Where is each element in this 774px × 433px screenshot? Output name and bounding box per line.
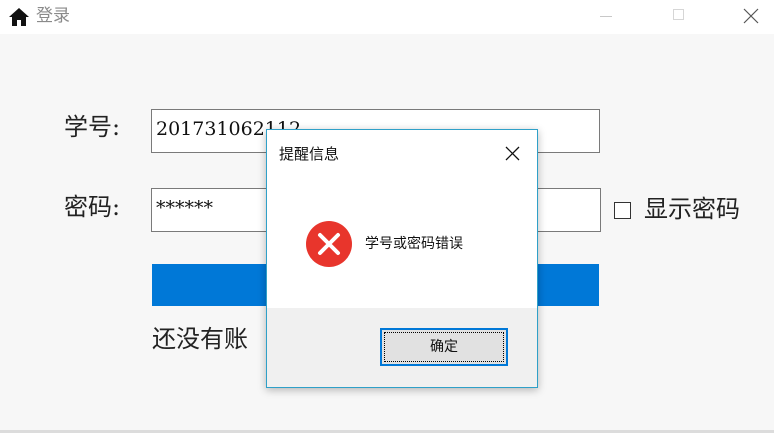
alert-dialog: 提醒信息 学号或密码错误 确定 <box>266 129 538 388</box>
show-password-label[interactable]: 显示密码 <box>644 194 740 224</box>
maximize-button[interactable] <box>656 0 702 34</box>
close-icon <box>505 146 520 161</box>
ok-button[interactable]: 确定 <box>380 328 508 366</box>
close-button[interactable] <box>728 0 774 34</box>
close-icon <box>743 8 759 24</box>
dialog-title: 提醒信息 <box>279 145 340 163</box>
dialog-close-button[interactable] <box>495 138 531 168</box>
home-icon <box>9 8 29 26</box>
minimize-button[interactable] <box>583 0 629 34</box>
dialog-footer: 确定 <box>267 308 537 387</box>
password-label: 密码: <box>64 193 121 221</box>
title-bar: 登录 <box>0 0 774 34</box>
show-password-checkbox[interactable] <box>614 202 631 219</box>
window-title: 登录 <box>36 6 70 26</box>
register-link[interactable]: 还没有账 <box>152 324 248 354</box>
student-id-label: 学号: <box>64 113 121 141</box>
error-icon <box>306 221 352 267</box>
dialog-message: 学号或密码错误 <box>365 236 463 252</box>
